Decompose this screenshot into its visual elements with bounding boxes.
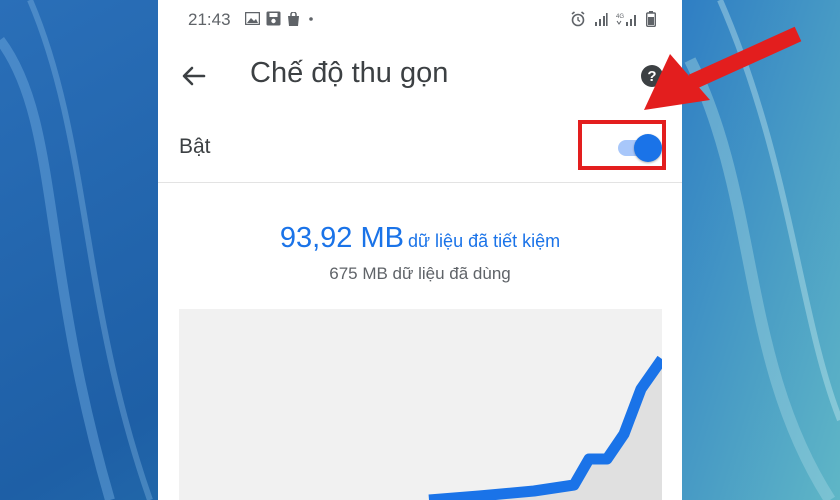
signal-icon bbox=[595, 13, 608, 26]
highlight-box bbox=[578, 120, 666, 170]
saved-text: dữ liệu đã tiết kiệm bbox=[408, 231, 561, 251]
status-bar: 21:43 4G bbox=[158, 0, 682, 40]
lite-mode-label: Bật bbox=[179, 135, 211, 158]
arrow-back-icon[interactable] bbox=[178, 60, 210, 92]
data-used-text: 675 MB dữ liệu đã dùng bbox=[329, 264, 511, 283]
status-time: 21:43 bbox=[188, 10, 231, 29]
red-arrow-icon bbox=[644, 26, 802, 110]
toolbar: Chế độ thu gọn ? bbox=[158, 40, 682, 112]
image-icon bbox=[245, 12, 260, 25]
usage-chart bbox=[179, 309, 662, 500]
phone-screen: 21:43 4G Chế độ thu gọn ? Bật 93,92 MB d… bbox=[158, 0, 682, 500]
page-title: Chế độ thu gọn bbox=[250, 57, 449, 89]
save-icon bbox=[266, 11, 281, 26]
bag-icon bbox=[288, 11, 299, 26]
alarm-icon bbox=[571, 11, 585, 27]
data-saved-summary: 93,92 MB dữ liệu đã tiết kiệm bbox=[158, 222, 682, 255]
saved-amount: 93,92 MB bbox=[279, 222, 404, 254]
status-left-icons bbox=[245, 11, 316, 26]
svg-text:4G: 4G bbox=[616, 14, 624, 20]
dot-icon bbox=[309, 16, 313, 21]
